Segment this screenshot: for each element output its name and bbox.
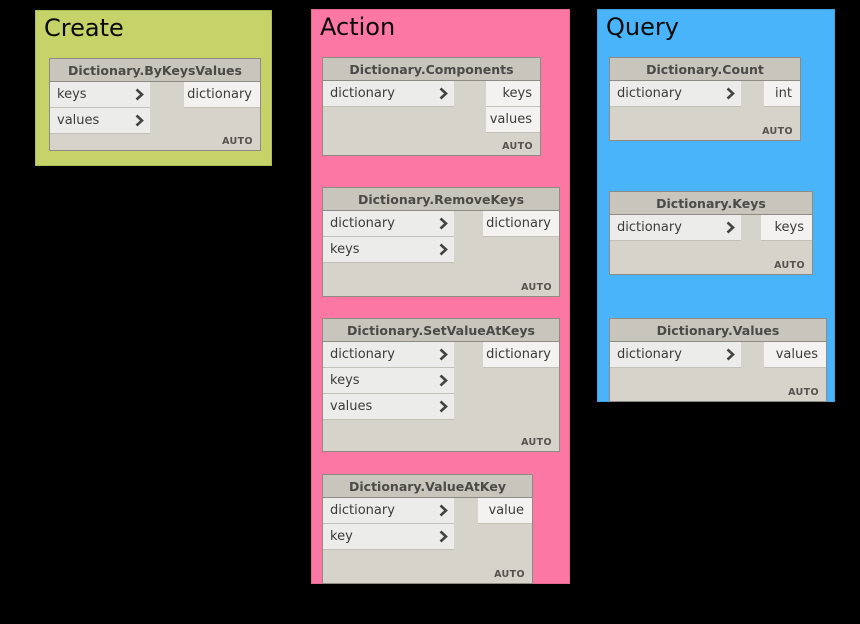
- node-dictionary-setvalueatkeys[interactable]: Dictionary.SetValueAtKeys dictionary keys v…: [322, 318, 560, 452]
- output-port-label: int: [775, 86, 792, 101]
- auto-badge[interactable]: AUTO: [502, 141, 533, 152]
- output-port-dictionary[interactable]: dictionary: [483, 211, 559, 237]
- group-query[interactable]: Query Dictionary.Count dictionary int AUTO Di…: [597, 9, 835, 402]
- input-port-label: dictionary: [617, 86, 682, 101]
- output-port-label: keys: [502, 86, 532, 101]
- input-port-label: keys: [330, 242, 360, 257]
- group-title-query: Query: [606, 13, 679, 41]
- chevron-right-icon[interactable]: [438, 243, 450, 256]
- group-create[interactable]: Create Dictionary.ByKeysValues keys values d…: [35, 10, 272, 166]
- node-header-dictionary-setvalueatkeys[interactable]: Dictionary.SetValueAtKeys: [323, 319, 559, 342]
- node-header-dictionary-removekeys[interactable]: Dictionary.RemoveKeys: [323, 188, 559, 211]
- input-port-label: dictionary: [617, 347, 682, 362]
- output-port-value[interactable]: value: [478, 498, 532, 524]
- node-dictionary-values[interactable]: Dictionary.Values dictionary values AUTO: [609, 318, 827, 402]
- chevron-right-icon[interactable]: [438, 504, 450, 517]
- node-body-dictionary-removekeys: dictionary keys dictionary AUTO: [323, 211, 559, 296]
- input-port-label: dictionary: [330, 347, 395, 362]
- node-header-dictionary-valueatkey[interactable]: Dictionary.ValueAtKey: [323, 475, 532, 498]
- node-dictionary-removekeys[interactable]: Dictionary.RemoveKeys dictionary keys dicti…: [322, 187, 560, 297]
- input-port-key[interactable]: key: [323, 524, 454, 550]
- auto-badge[interactable]: AUTO: [494, 569, 525, 580]
- input-port-keys[interactable]: keys: [323, 368, 454, 394]
- auto-badge[interactable]: AUTO: [521, 282, 552, 293]
- chevron-right-icon[interactable]: [438, 400, 450, 413]
- node-dictionary-valueatkey[interactable]: Dictionary.ValueAtKey dictionary key value A…: [322, 474, 533, 584]
- input-port-dictionary[interactable]: dictionary: [610, 215, 741, 241]
- node-graph-canvas[interactable]: Create Dictionary.ByKeysValues keys values d…: [0, 0, 860, 624]
- node-body-dictionary-keys: dictionary keys AUTO: [610, 215, 812, 274]
- output-port-keys[interactable]: keys: [761, 215, 812, 241]
- group-title-action: Action: [320, 13, 396, 41]
- node-dictionary-components[interactable]: Dictionary.Components dictionary keys value…: [322, 57, 541, 156]
- auto-badge[interactable]: AUTO: [788, 387, 819, 398]
- output-port-keys[interactable]: keys: [486, 81, 540, 107]
- output-port-label: values: [489, 112, 532, 127]
- output-port-values[interactable]: values: [764, 342, 826, 368]
- chevron-right-icon[interactable]: [134, 88, 146, 101]
- node-body-dictionary-setvalueatkeys: dictionary keys values dictionary AUTO: [323, 342, 559, 451]
- group-action[interactable]: Action Dictionary.Components dictionary key…: [311, 9, 570, 584]
- auto-badge[interactable]: AUTO: [762, 126, 793, 137]
- input-port-values[interactable]: values: [323, 394, 454, 420]
- output-port-label: value: [488, 503, 524, 518]
- input-port-values[interactable]: values: [50, 108, 150, 134]
- input-port-label: dictionary: [330, 86, 395, 101]
- chevron-right-icon[interactable]: [725, 221, 737, 234]
- input-port-keys[interactable]: keys: [323, 237, 454, 263]
- chevron-right-icon[interactable]: [725, 348, 737, 361]
- input-port-dictionary[interactable]: dictionary: [323, 81, 454, 107]
- node-body-dictionary-values: dictionary values AUTO: [610, 342, 826, 401]
- node-header-dictionary-count[interactable]: Dictionary.Count: [610, 58, 800, 81]
- output-port-dictionary[interactable]: dictionary: [483, 342, 559, 368]
- input-port-label: values: [57, 113, 100, 128]
- chevron-right-icon[interactable]: [134, 114, 146, 127]
- node-header-dictionary-values[interactable]: Dictionary.Values: [610, 319, 826, 342]
- input-port-label: keys: [57, 87, 87, 102]
- node-header-dictionary-bykeysvalues[interactable]: Dictionary.ByKeysValues: [50, 59, 260, 82]
- node-dictionary-count[interactable]: Dictionary.Count dictionary int AUTO: [609, 57, 801, 141]
- chevron-right-icon[interactable]: [438, 87, 450, 100]
- input-port-dictionary[interactable]: dictionary: [323, 498, 454, 524]
- chevron-right-icon[interactable]: [438, 348, 450, 361]
- group-title-create: Create: [44, 14, 124, 42]
- chevron-right-icon[interactable]: [725, 87, 737, 100]
- input-port-label: key: [330, 529, 353, 544]
- chevron-right-icon[interactable]: [438, 530, 450, 543]
- node-body-dictionary-components: dictionary keys values AUTO: [323, 81, 540, 155]
- node-body-dictionary-bykeysvalues: keys values dictionary AUTO: [50, 82, 260, 150]
- output-port-label: keys: [774, 220, 804, 235]
- node-body-dictionary-count: dictionary int AUTO: [610, 81, 800, 140]
- input-port-label: keys: [330, 373, 360, 388]
- output-port-values[interactable]: values: [486, 107, 540, 133]
- input-port-label: dictionary: [330, 216, 395, 231]
- input-port-dictionary[interactable]: dictionary: [323, 211, 454, 237]
- output-port-label: dictionary: [486, 216, 551, 231]
- input-port-dictionary[interactable]: dictionary: [610, 81, 741, 107]
- output-port-label: values: [775, 347, 818, 362]
- input-port-dictionary[interactable]: dictionary: [323, 342, 454, 368]
- output-port-label: dictionary: [486, 347, 551, 362]
- node-header-dictionary-keys[interactable]: Dictionary.Keys: [610, 192, 812, 215]
- node-dictionary-keys[interactable]: Dictionary.Keys dictionary keys AUTO: [609, 191, 813, 275]
- input-port-label: values: [330, 399, 373, 414]
- output-port-int[interactable]: int: [764, 81, 800, 107]
- input-port-dictionary[interactable]: dictionary: [610, 342, 741, 368]
- node-header-dictionary-components[interactable]: Dictionary.Components: [323, 58, 540, 81]
- node-body-dictionary-valueatkey: dictionary key value AUTO: [323, 498, 532, 583]
- input-port-label: dictionary: [617, 220, 682, 235]
- input-port-label: dictionary: [330, 503, 395, 518]
- auto-badge[interactable]: AUTO: [774, 260, 805, 271]
- auto-badge[interactable]: AUTO: [222, 136, 253, 147]
- chevron-right-icon[interactable]: [438, 374, 450, 387]
- auto-badge[interactable]: AUTO: [521, 437, 552, 448]
- chevron-right-icon[interactable]: [438, 217, 450, 230]
- node-dictionary-bykeysvalues[interactable]: Dictionary.ByKeysValues keys values diction…: [49, 58, 261, 151]
- output-port-dictionary[interactable]: dictionary: [184, 82, 260, 108]
- output-port-label: dictionary: [187, 87, 252, 102]
- input-port-keys[interactable]: keys: [50, 82, 150, 108]
